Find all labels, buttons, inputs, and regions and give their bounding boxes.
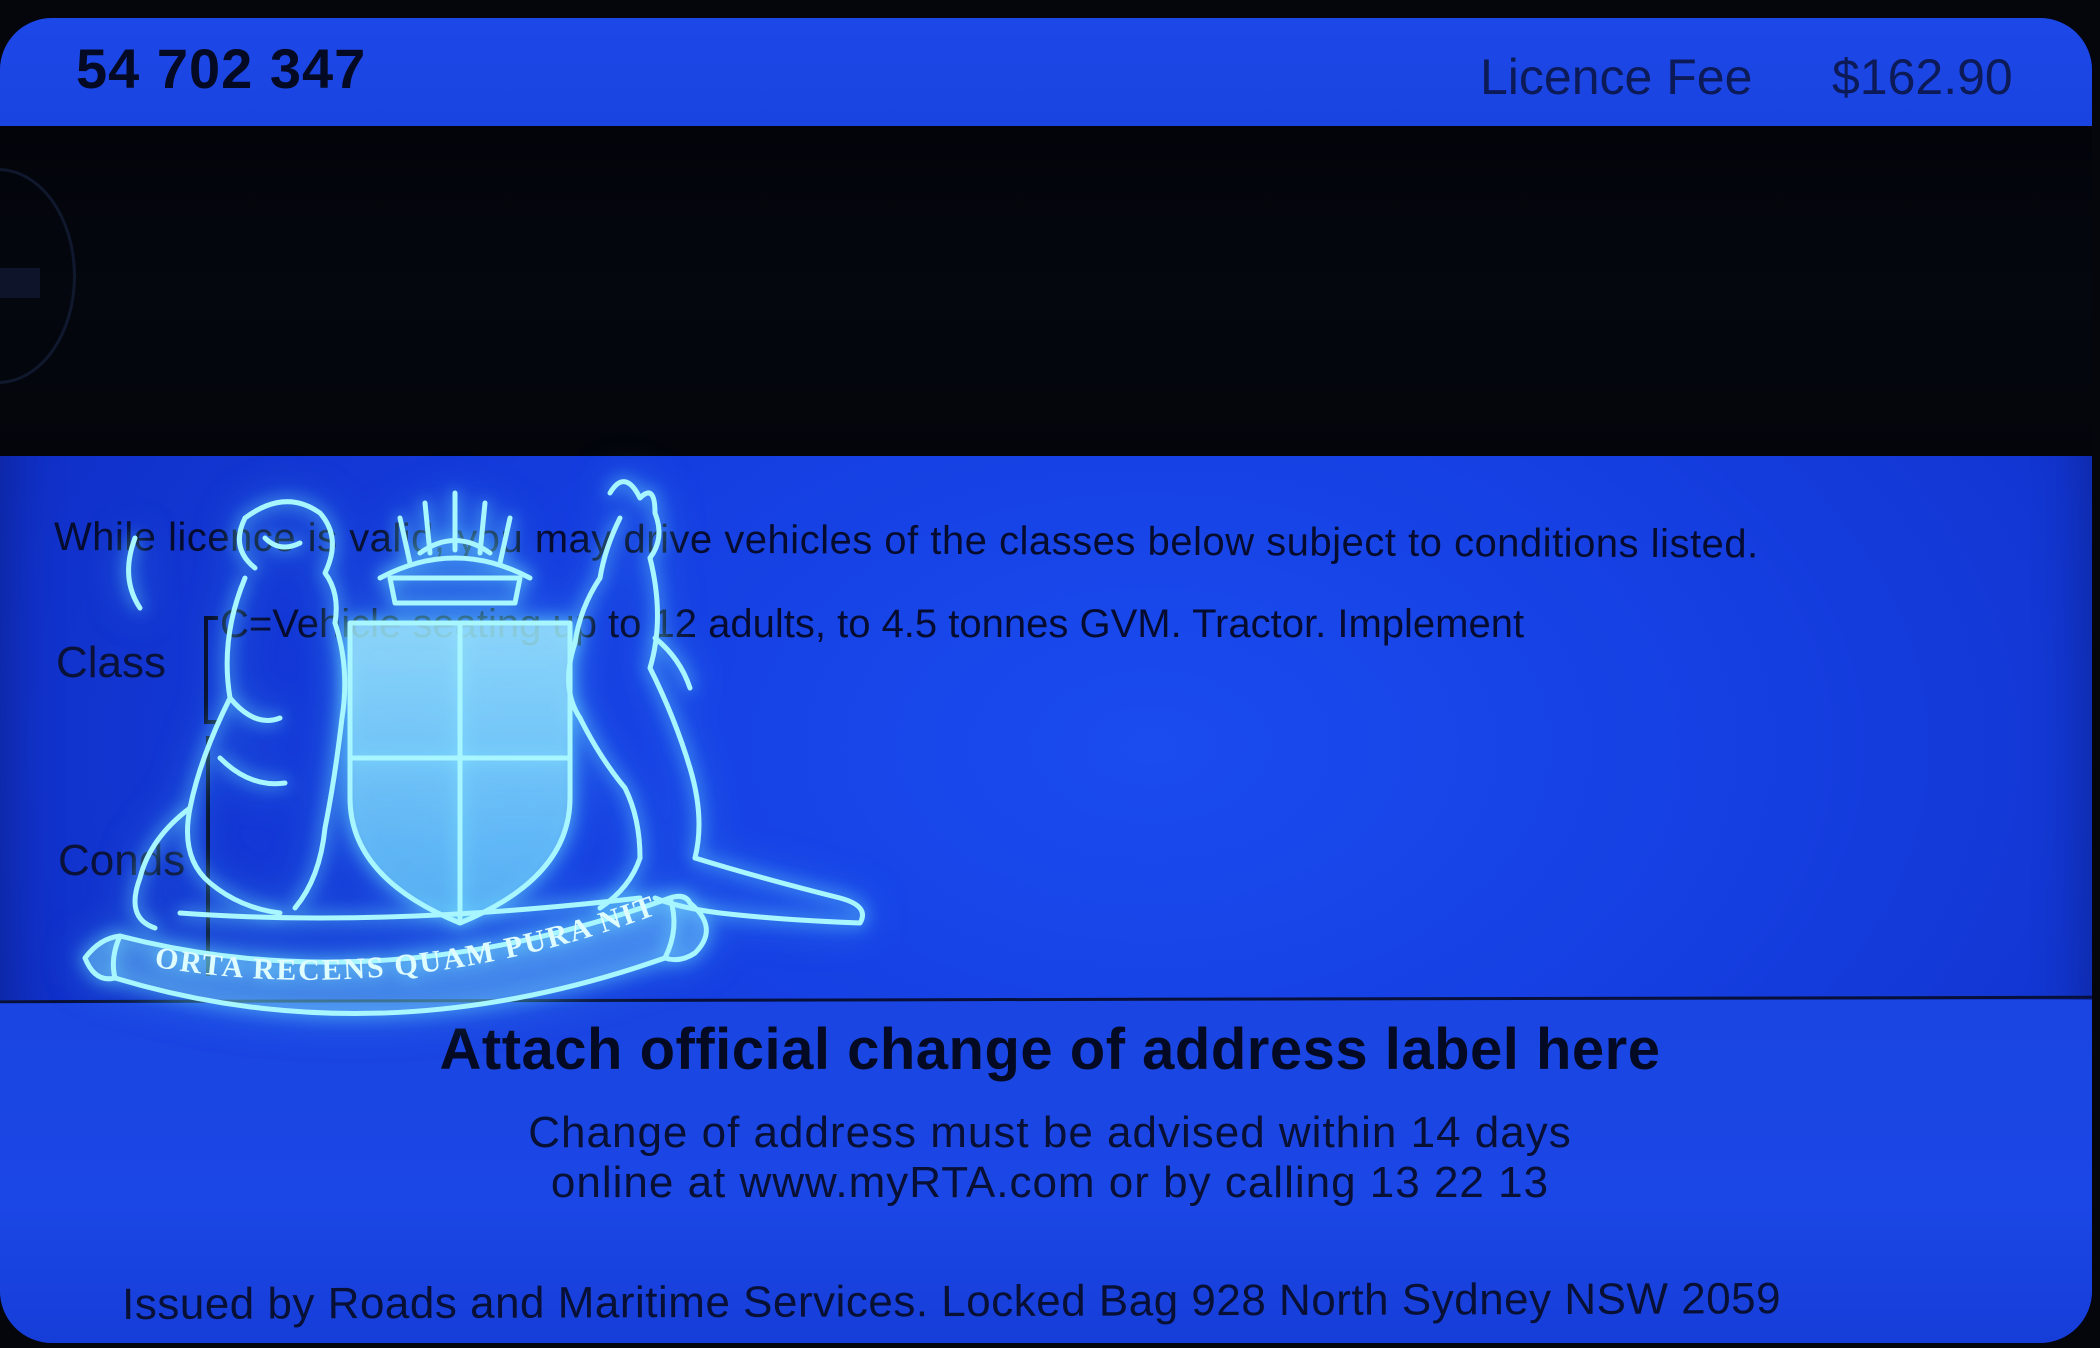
change-of-address-advice-line2: online at www.myRTA.com or by calling 13… xyxy=(550,1158,1550,1207)
conditions-label: Conds xyxy=(58,836,186,885)
stripe-hologram-mark xyxy=(0,268,40,298)
class-description: C=Vehicle seating up to 12 adults, to 4.… xyxy=(220,602,1525,646)
licence-fee-value: $162.90 xyxy=(1832,49,2013,105)
conditions-bracket xyxy=(206,736,220,976)
validity-statement: While licence is valid, you may drive ve… xyxy=(53,515,1759,567)
class-bracket xyxy=(204,616,218,724)
attach-address-label-title: Attach official change of address label … xyxy=(439,1017,1661,1082)
issuer-statement: Issued by Roads and Maritime Services. L… xyxy=(122,1274,1782,1329)
card-number: 54 702 347 xyxy=(76,37,367,100)
magnetic-stripe xyxy=(0,126,2092,456)
licence-card-back: 54 702 347 Licence Fee $162.90 While lic… xyxy=(0,18,2092,1343)
licence-fee-label: Licence Fee xyxy=(1480,49,1753,105)
change-of-address-advice-line1: Change of address must be advised within… xyxy=(528,1108,1572,1157)
class-label: Class xyxy=(56,638,167,687)
